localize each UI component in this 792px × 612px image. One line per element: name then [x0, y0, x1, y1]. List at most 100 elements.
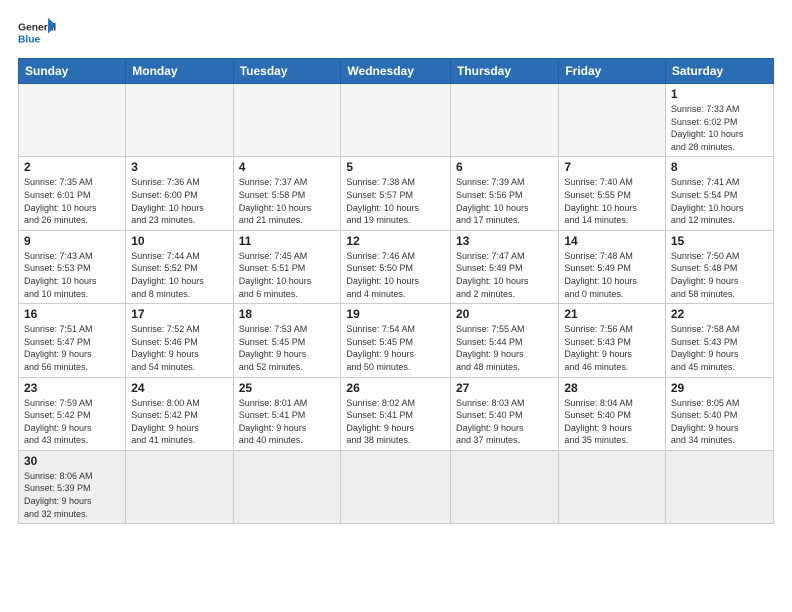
calendar-cell: 7 Sunrise: 7:40 AM Sunset: 5:55 PM Daylig… [559, 157, 666, 230]
day-info: Sunrise: 7:45 AM Sunset: 5:51 PM Dayligh… [239, 250, 336, 300]
weekday-header-friday: Friday [559, 59, 666, 84]
day-info: Sunrise: 7:39 AM Sunset: 5:56 PM Dayligh… [456, 176, 553, 226]
day-number: 10 [131, 234, 227, 248]
calendar-cell: 1 Sunrise: 7:33 AM Sunset: 6:02 PM Daylig… [665, 84, 773, 157]
calendar-cell [233, 450, 341, 523]
calendar-cell: 12 Sunrise: 7:46 AM Sunset: 5:50 PM Dayli… [341, 230, 451, 303]
day-number: 12 [346, 234, 445, 248]
calendar-cell [19, 84, 126, 157]
calendar-cell: 13Sunrise: 7:47 AM Sunset: 5:49 PM Dayli… [451, 230, 559, 303]
calendar-cell [126, 84, 233, 157]
day-info: Sunrise: 7:58 AM Sunset: 5:43 PM Dayligh… [671, 323, 768, 373]
day-info: Sunrise: 8:03 AM Sunset: 5:40 PM Dayligh… [456, 397, 553, 447]
day-number: 2 [24, 160, 120, 174]
day-info: Sunrise: 7:52 AM Sunset: 5:46 PM Dayligh… [131, 323, 227, 373]
day-number: 20 [456, 307, 553, 321]
day-number: 27 [456, 381, 553, 395]
day-number: 25 [239, 381, 336, 395]
day-number: 17 [131, 307, 227, 321]
calendar-cell: 10 Sunrise: 7:44 AM Sunset: 5:52 PM Dayli… [126, 230, 233, 303]
calendar-cell: 3Sunrise: 7:36 AM Sunset: 6:00 PM Daylig… [126, 157, 233, 230]
calendar-cell: 20 Sunrise: 7:55 AM Sunset: 5:44 PM Dayli… [451, 304, 559, 377]
weekday-header-tuesday: Tuesday [233, 59, 341, 84]
day-info: Sunrise: 7:41 AM Sunset: 5:54 PM Dayligh… [671, 176, 768, 226]
calendar-cell: 18 Sunrise: 7:53 AM Sunset: 5:45 PM Dayli… [233, 304, 341, 377]
day-number: 21 [564, 307, 660, 321]
day-info: Sunrise: 7:37 AM Sunset: 5:58 PM Dayligh… [239, 176, 336, 226]
day-number: 19 [346, 307, 445, 321]
weekday-header-thursday: Thursday [451, 59, 559, 84]
day-number: 26 [346, 381, 445, 395]
calendar-cell: 17 Sunrise: 7:52 AM Sunset: 5:46 PM Dayli… [126, 304, 233, 377]
calendar-cell [559, 450, 666, 523]
day-info: Sunrise: 7:40 AM Sunset: 5:55 PM Dayligh… [564, 176, 660, 226]
day-info: Sunrise: 7:48 AM Sunset: 5:49 PM Dayligh… [564, 250, 660, 300]
day-number: 6 [456, 160, 553, 174]
day-info: Sunrise: 7:50 AM Sunset: 5:48 PM Dayligh… [671, 250, 768, 300]
weekday-header-monday: Monday [126, 59, 233, 84]
day-number: 4 [239, 160, 336, 174]
calendar-cell [665, 450, 773, 523]
day-number: 5 [346, 160, 445, 174]
day-info: Sunrise: 7:56 AM Sunset: 5:43 PM Dayligh… [564, 323, 660, 373]
day-number: 29 [671, 381, 768, 395]
day-number: 30 [24, 454, 120, 468]
calendar-cell: 11 Sunrise: 7:45 AM Sunset: 5:51 PM Dayli… [233, 230, 341, 303]
day-info: Sunrise: 7:33 AM Sunset: 6:02 PM Dayligh… [671, 103, 768, 153]
day-info: Sunrise: 8:06 AM Sunset: 5:39 PM Dayligh… [24, 470, 120, 520]
weekday-header-saturday: Saturday [665, 59, 773, 84]
calendar-cell: 30 Sunrise: 8:06 AM Sunset: 5:39 PM Dayli… [19, 450, 126, 523]
calendar-cell: 14 Sunrise: 7:48 AM Sunset: 5:49 PM Dayli… [559, 230, 666, 303]
calendar-cell: 24 Sunrise: 8:00 AM Sunset: 5:42 PM Dayli… [126, 377, 233, 450]
day-info: Sunrise: 8:00 AM Sunset: 5:42 PM Dayligh… [131, 397, 227, 447]
calendar-cell [233, 84, 341, 157]
calendar-cell [451, 84, 559, 157]
calendar-cell: 28 Sunrise: 8:04 AM Sunset: 5:40 PM Dayli… [559, 377, 666, 450]
day-number: 11 [239, 234, 336, 248]
calendar-cell: 26 Sunrise: 8:02 AM Sunset: 5:41 PM Dayli… [341, 377, 451, 450]
calendar-cell: 29Sunrise: 8:05 AM Sunset: 5:40 PM Dayli… [665, 377, 773, 450]
calendar-cell: 8Sunrise: 7:41 AM Sunset: 5:54 PM Daylig… [665, 157, 773, 230]
calendar-cell: 2 Sunrise: 7:35 AM Sunset: 6:01 PM Daylig… [19, 157, 126, 230]
day-number: 1 [671, 87, 768, 101]
day-info: Sunrise: 7:36 AM Sunset: 6:00 PM Dayligh… [131, 176, 227, 226]
calendar-cell [341, 84, 451, 157]
day-number: 16 [24, 307, 120, 321]
day-number: 23 [24, 381, 120, 395]
calendar-cell: 19 Sunrise: 7:54 AM Sunset: 5:45 PM Dayli… [341, 304, 451, 377]
calendar-cell [126, 450, 233, 523]
calendar-cell: 25 Sunrise: 8:01 AM Sunset: 5:41 PM Dayli… [233, 377, 341, 450]
calendar-cell: 6 Sunrise: 7:39 AM Sunset: 5:56 PM Daylig… [451, 157, 559, 230]
day-info: Sunrise: 7:51 AM Sunset: 5:47 PM Dayligh… [24, 323, 120, 373]
day-info: Sunrise: 7:35 AM Sunset: 6:01 PM Dayligh… [24, 176, 120, 226]
logo: General Blue [18, 16, 56, 48]
day-info: Sunrise: 7:53 AM Sunset: 5:45 PM Dayligh… [239, 323, 336, 373]
day-number: 24 [131, 381, 227, 395]
calendar: SundayMondayTuesdayWednesdayThursdayFrid… [18, 58, 774, 524]
day-info: Sunrise: 8:04 AM Sunset: 5:40 PM Dayligh… [564, 397, 660, 447]
day-info: Sunrise: 7:59 AM Sunset: 5:42 PM Dayligh… [24, 397, 120, 447]
day-info: Sunrise: 7:55 AM Sunset: 5:44 PM Dayligh… [456, 323, 553, 373]
day-info: Sunrise: 7:54 AM Sunset: 5:45 PM Dayligh… [346, 323, 445, 373]
day-number: 13 [456, 234, 553, 248]
day-info: Sunrise: 8:01 AM Sunset: 5:41 PM Dayligh… [239, 397, 336, 447]
calendar-cell: 4 Sunrise: 7:37 AM Sunset: 5:58 PM Daylig… [233, 157, 341, 230]
day-info: Sunrise: 7:38 AM Sunset: 5:57 PM Dayligh… [346, 176, 445, 226]
day-info: Sunrise: 7:44 AM Sunset: 5:52 PM Dayligh… [131, 250, 227, 300]
calendar-cell [451, 450, 559, 523]
calendar-cell: 27 Sunrise: 8:03 AM Sunset: 5:40 PM Dayli… [451, 377, 559, 450]
calendar-cell: 22 Sunrise: 7:58 AM Sunset: 5:43 PM Dayli… [665, 304, 773, 377]
day-number: 7 [564, 160, 660, 174]
day-number: 18 [239, 307, 336, 321]
day-number: 28 [564, 381, 660, 395]
day-info: Sunrise: 7:46 AM Sunset: 5:50 PM Dayligh… [346, 250, 445, 300]
day-number: 14 [564, 234, 660, 248]
calendar-cell: 9Sunrise: 7:43 AM Sunset: 5:53 PM Daylig… [19, 230, 126, 303]
day-number: 22 [671, 307, 768, 321]
calendar-cell [559, 84, 666, 157]
day-info: Sunrise: 8:02 AM Sunset: 5:41 PM Dayligh… [346, 397, 445, 447]
day-number: 9 [24, 234, 120, 248]
calendar-cell: 16 Sunrise: 7:51 AM Sunset: 5:47 PM Dayli… [19, 304, 126, 377]
svg-text:Blue: Blue [18, 34, 41, 45]
weekday-header-sunday: Sunday [19, 59, 126, 84]
